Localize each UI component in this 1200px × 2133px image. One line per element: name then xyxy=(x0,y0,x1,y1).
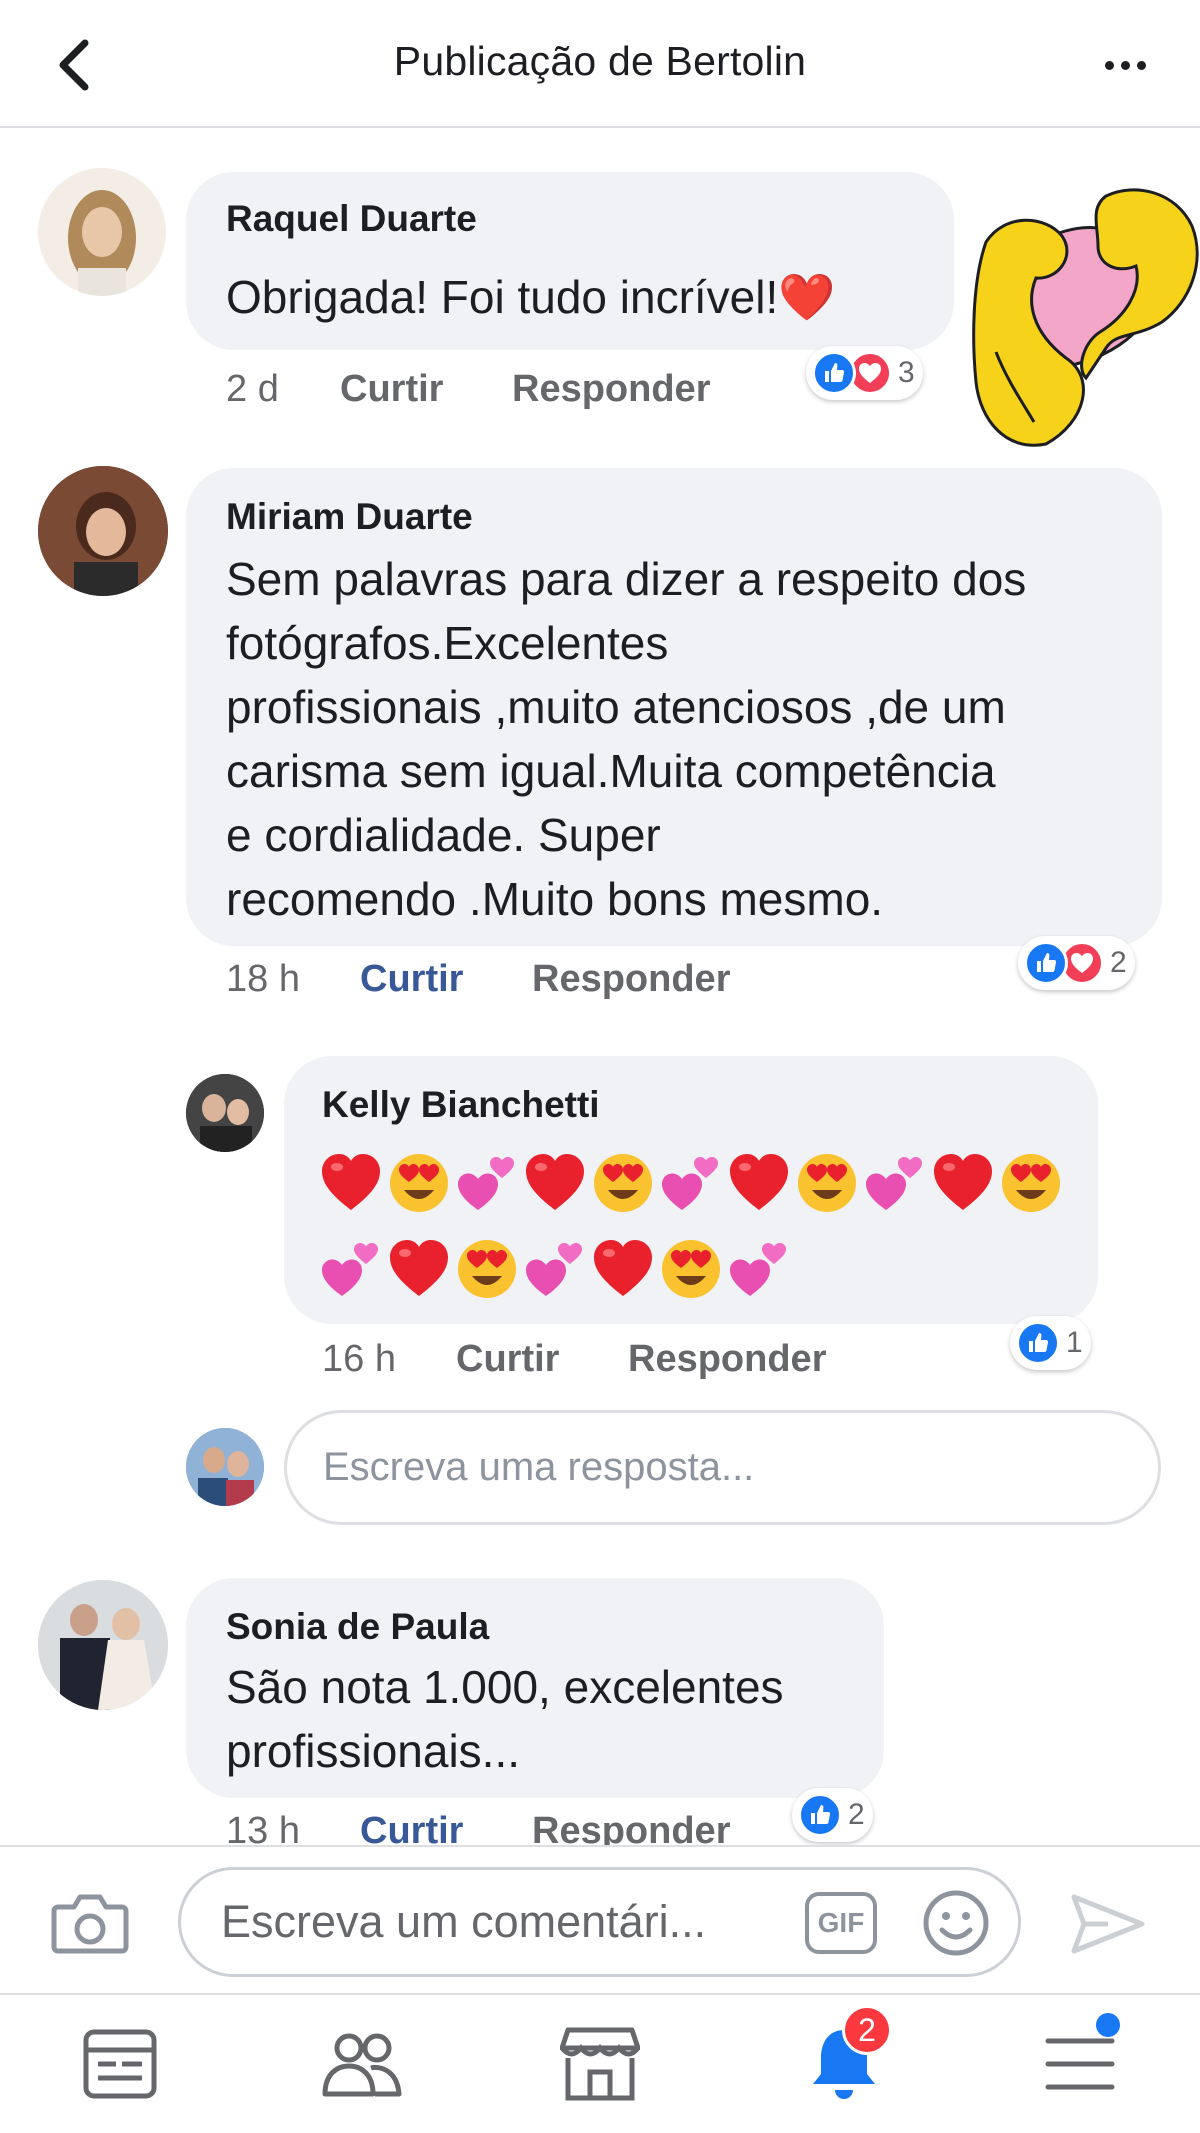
comment-timestamp: 2 d xyxy=(226,368,279,410)
heart-emoji-icon xyxy=(934,1154,992,1210)
comment-composer: GIF xyxy=(0,1845,1200,1993)
avatar-photo xyxy=(38,466,168,596)
reply-button[interactable]: Responder xyxy=(532,958,730,1001)
marketplace-icon xyxy=(560,2027,640,2101)
heart-eyes-emoji-icon xyxy=(662,1240,720,1298)
avatar-photo xyxy=(186,1074,264,1152)
reply-emoji-line xyxy=(320,1148,1062,1218)
two-hearts-emoji-icon xyxy=(526,1243,582,1296)
notifications-badge: 2 xyxy=(842,2005,892,2055)
menu-icon xyxy=(1045,2038,1115,2090)
avatar[interactable] xyxy=(38,466,168,596)
reply-button[interactable]: Responder xyxy=(628,1338,826,1381)
reply-emoji-line xyxy=(320,1234,790,1304)
more-dot xyxy=(1136,60,1146,70)
heart-eyes-emoji-icon xyxy=(798,1154,856,1212)
comment-text: e cordialidade. Super xyxy=(226,809,661,861)
comment-input[interactable] xyxy=(221,1870,781,1974)
heart-eyes-emoji-icon xyxy=(594,1154,652,1212)
heart-emoji-icon xyxy=(322,1154,380,1210)
comment-text: profissionais ,muito atenciosos ,de um xyxy=(226,681,1006,733)
like-button[interactable]: Curtir xyxy=(360,958,463,1001)
reaction-count: 2 xyxy=(1110,946,1127,979)
heart-hands-sticker xyxy=(972,188,1199,447)
comment-text: fotógrafos.Excelentes xyxy=(226,617,669,669)
like-reaction-icon xyxy=(1016,1321,1060,1365)
comment-author[interactable]: Sonia de Paula xyxy=(226,1606,489,1648)
nav-friends[interactable] xyxy=(312,2019,412,2109)
comment-author[interactable]: Raquel Duarte xyxy=(226,198,477,240)
comment-text: recomendo .Muito bons mesmo. xyxy=(226,873,884,925)
two-hearts-emoji-icon xyxy=(866,1157,922,1210)
heart-emoji-icon xyxy=(594,1240,652,1296)
comment-input-box[interactable]: GIF xyxy=(178,1867,1021,1977)
reaction-count: 1 xyxy=(1066,1326,1083,1359)
comment-text: Obrigada! Foi tudo incrível!❤️ xyxy=(226,271,836,323)
heart-emoji-icon xyxy=(730,1154,788,1210)
bottom-navigation: 2 xyxy=(0,1993,1200,2133)
heart-emoji-icon xyxy=(526,1154,584,1210)
emoji-button[interactable] xyxy=(921,1888,991,1958)
send-icon xyxy=(1071,1894,1145,1954)
reply-author[interactable]: Kelly Bianchetti xyxy=(322,1084,600,1126)
send-button[interactable] xyxy=(1068,1889,1148,1959)
comment-text: São nota 1.000, excelentes xyxy=(226,1661,784,1713)
current-user-avatar xyxy=(186,1428,264,1506)
nav-menu[interactable] xyxy=(1030,2013,1130,2109)
comment-timestamp: 18 h xyxy=(226,958,300,1000)
like-button[interactable]: Curtir xyxy=(340,368,443,411)
like-button[interactable]: Curtir xyxy=(456,1338,559,1381)
like-reaction-icon xyxy=(798,1793,842,1837)
reaction-summary[interactable]: 3 xyxy=(806,346,923,400)
reaction-summary[interactable]: 1 xyxy=(1010,1316,1091,1370)
reply-input-box[interactable] xyxy=(284,1410,1161,1525)
heart-eyes-emoji-icon xyxy=(458,1240,516,1298)
more-options-button[interactable] xyxy=(1090,40,1160,90)
reaction-summary[interactable]: 2 xyxy=(1018,936,1135,990)
top-bar: Publicação de Bertolin xyxy=(0,0,1200,128)
more-horizontal-icon xyxy=(1104,60,1114,70)
two-hearts-emoji-icon xyxy=(458,1157,514,1210)
reaction-summary[interactable]: 2 xyxy=(792,1788,873,1842)
reaction-count: 3 xyxy=(898,356,915,389)
nav-news-feed[interactable] xyxy=(70,2019,170,2109)
heart-eyes-emoji-icon xyxy=(1002,1154,1060,1212)
page-title: Publicação de Bertolin xyxy=(393,38,807,84)
like-reaction-icon xyxy=(1024,941,1068,985)
avatar[interactable] xyxy=(186,1074,264,1152)
nav-marketplace[interactable] xyxy=(550,2019,650,2109)
nav-notifications[interactable]: 2 xyxy=(794,2005,894,2109)
avatar[interactable] xyxy=(38,168,166,296)
two-hearts-emoji-icon xyxy=(662,1157,718,1210)
reaction-count: 2 xyxy=(848,1798,865,1831)
comment-author[interactable]: Miriam Duarte xyxy=(226,496,473,538)
avatar-photo xyxy=(38,1580,168,1710)
heart-eyes-emoji-icon xyxy=(390,1154,448,1212)
menu-notification-dot xyxy=(1096,2013,1120,2037)
reply-timestamp: 16 h xyxy=(322,1338,396,1380)
reply-button[interactable]: Responder xyxy=(512,368,710,411)
two-hearts-emoji-icon xyxy=(730,1243,786,1296)
heart-emoji-icon xyxy=(390,1240,448,1296)
more-dot xyxy=(1120,60,1130,70)
gif-button[interactable]: GIF xyxy=(805,1892,877,1954)
comment-text: carisma sem igual.Muita competência xyxy=(226,745,996,797)
avatar-photo xyxy=(68,190,136,296)
camera-icon xyxy=(51,1894,129,1954)
like-reaction-icon xyxy=(812,351,856,395)
news-feed-icon xyxy=(83,2029,157,2099)
comment-text: profissionais... xyxy=(226,1725,521,1777)
avatar[interactable] xyxy=(38,1580,168,1710)
avatar-photo xyxy=(186,1428,264,1506)
comment-text: Sem palavras para dizer a respeito dos xyxy=(226,553,1027,605)
camera-button[interactable] xyxy=(50,1887,130,1957)
smiley-icon xyxy=(923,1890,989,1956)
friends-icon xyxy=(322,2033,402,2097)
reply-input[interactable] xyxy=(323,1413,1103,1522)
two-hearts-emoji-icon xyxy=(322,1243,378,1296)
